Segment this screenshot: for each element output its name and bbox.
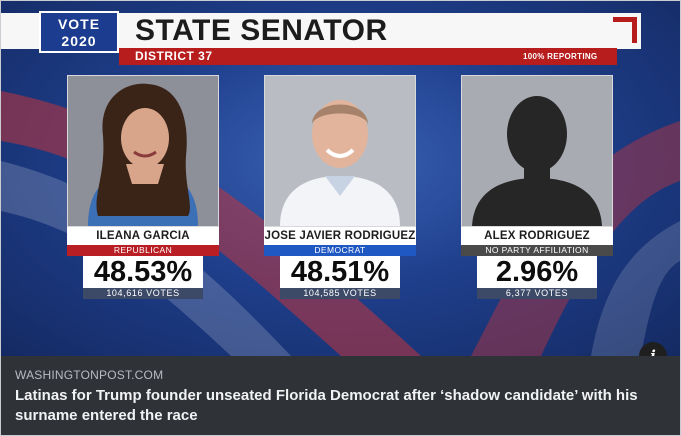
candidate-votes: 6,377 VOTES (477, 288, 597, 299)
candidate-card-alex-rodriguez: ALEX RODRIGUEZ NO PARTY AFFILIATION 2.96… (461, 75, 613, 299)
person-portrait-icon (68, 76, 218, 226)
candidate-photo (67, 75, 219, 227)
candidate-card-rodriguez: JOSE JAVIER RODRIGUEZ DEMOCRAT 48.51% 10… (264, 75, 416, 299)
candidate-party: REPUBLICAN (67, 245, 219, 256)
candidate-party: NO PARTY AFFILIATION (461, 245, 613, 256)
candidate-party: DEMOCRAT (264, 245, 416, 256)
reporting-label: 100% REPORTING (523, 52, 598, 61)
station-logo-icon (613, 17, 637, 43)
candidate-photo (461, 75, 613, 227)
candidate-name: ILEANA GARCIA (67, 227, 219, 245)
silhouette-icon (462, 76, 612, 226)
article-headline[interactable]: Latinas for Trump founder unseated Flori… (15, 386, 655, 426)
candidate-percent: 48.53% (83, 256, 203, 288)
election-graphic-image[interactable]: VOTE 2020 STATE SENATOR DISTRICT 37 100%… (1, 1, 680, 356)
candidate-name: ALEX RODRIGUEZ (461, 227, 613, 245)
candidate-votes: 104,616 VOTES (83, 288, 203, 299)
link-preview-card[interactable]: VOTE 2020 STATE SENATOR DISTRICT 37 100%… (0, 0, 681, 436)
vote-label: VOTE (57, 16, 101, 32)
candidate-percent: 2.96% (477, 256, 597, 288)
year-label: 2020 (61, 33, 97, 49)
candidate-percent: 48.51% (280, 256, 400, 288)
candidate-name: JOSE JAVIER RODRIGUEZ (264, 227, 416, 245)
race-title: STATE SENATOR (135, 14, 388, 47)
candidate-votes: 104,585 VOTES (280, 288, 400, 299)
candidate-photo (264, 75, 416, 227)
person-portrait-icon (265, 76, 415, 226)
district-label: DISTRICT 37 (135, 49, 213, 63)
vote-2020-logo: VOTE 2020 (39, 11, 119, 53)
candidate-card-garcia: ILEANA GARCIA REPUBLICAN 48.53% 104,616 … (67, 75, 219, 299)
source-domain: WASHINGTONPOST.COM (15, 368, 164, 382)
link-caption[interactable]: WASHINGTONPOST.COM Latinas for Trump fou… (1, 356, 680, 435)
